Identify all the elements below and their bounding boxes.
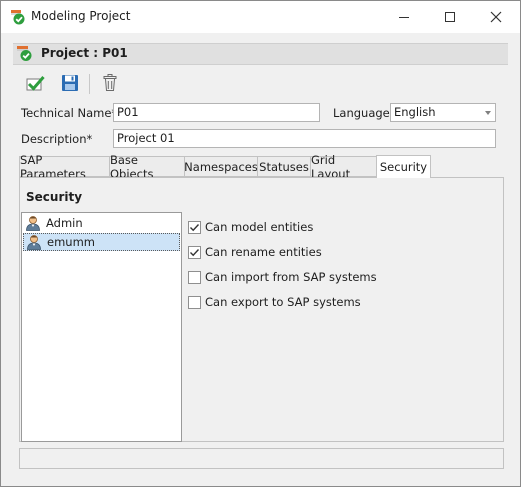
tab-security[interactable]: Security xyxy=(376,155,431,178)
user-name: emumm xyxy=(47,235,95,249)
permission-can-rename-entities[interactable]: Can rename entities xyxy=(188,243,322,261)
user-list[interactable]: Admin emumm xyxy=(21,212,182,442)
chevron-down-icon xyxy=(485,111,491,115)
security-panel: Security Admin emumm Can model entities … xyxy=(19,177,504,442)
permission-label: Can rename entities xyxy=(205,245,322,259)
maximize-button[interactable] xyxy=(427,1,473,33)
modeling-project-window: Modeling Project Project: P01 Technical… xyxy=(0,0,521,487)
checkmark-document-icon xyxy=(9,9,27,25)
close-icon xyxy=(490,11,502,23)
tab-statuses[interactable]: Statuses xyxy=(257,156,311,177)
tab-sap-parameters[interactable]: SAP Parameters xyxy=(19,153,110,181)
maximize-icon xyxy=(444,11,456,23)
tab-base-objects[interactable]: Base Objects xyxy=(109,153,185,181)
save-and-close-icon xyxy=(26,74,46,95)
toolbar-separator xyxy=(89,74,90,94)
close-button[interactable] xyxy=(473,1,519,33)
description-label: Description* xyxy=(21,132,93,146)
checkbox-checked[interactable] xyxy=(188,245,201,259)
permission-label: Can import from SAP systems xyxy=(205,270,377,284)
checkbox-checked[interactable] xyxy=(188,220,201,234)
checkmark-icon xyxy=(190,223,200,231)
dialog-content: Project : P01 Technical Name* P01 Langua… xyxy=(1,33,520,486)
description-input[interactable]: Project 01 xyxy=(113,129,496,148)
save-and-close-button[interactable] xyxy=(23,71,49,97)
language-select[interactable]: English xyxy=(390,103,496,122)
toolbar xyxy=(15,71,215,99)
save-icon xyxy=(61,74,79,95)
security-section-title: Security xyxy=(26,190,83,204)
delete-icon xyxy=(102,73,118,95)
save-button[interactable] xyxy=(57,71,83,97)
project-header: Project : P01 xyxy=(13,43,508,65)
tab-strip: SAP Parameters Base Objects Namespaces S… xyxy=(19,153,509,181)
title-bar[interactable]: Modeling Project xyxy=(1,1,520,33)
language-label: Language* xyxy=(333,106,396,120)
checkbox-unchecked[interactable] xyxy=(188,295,201,309)
user-name: Admin xyxy=(46,216,83,230)
checkbox-unchecked[interactable] xyxy=(188,270,201,284)
project-title: Project : P01 xyxy=(41,46,128,60)
user-icon xyxy=(26,234,42,250)
tab-namespaces[interactable]: Namespaces xyxy=(184,156,258,177)
user-icon xyxy=(25,215,41,231)
permission-can-import-from-sap[interactable]: Can import from SAP systems xyxy=(188,268,377,286)
language-value: English xyxy=(394,105,436,119)
list-item-user-emumm[interactable]: emumm xyxy=(23,233,180,251)
technical-name-input[interactable]: P01 xyxy=(113,103,320,122)
technical-name-label: Technical Name* xyxy=(21,106,118,120)
status-bar xyxy=(19,448,504,469)
list-item-user-admin[interactable]: Admin xyxy=(23,214,180,232)
minimize-icon xyxy=(398,11,410,23)
permission-label: Can export to SAP systems xyxy=(205,295,361,309)
checkmark-icon xyxy=(190,248,200,256)
permission-label: Can model entities xyxy=(205,220,314,234)
permission-can-model-entities[interactable]: Can model entities xyxy=(188,218,313,236)
tab-grid-layout[interactable]: Grid Layout xyxy=(310,153,377,181)
permission-can-export-to-sap[interactable]: Can export to SAP systems xyxy=(188,293,361,311)
delete-button[interactable] xyxy=(97,71,123,97)
window-title: Modeling Project xyxy=(31,9,131,23)
project-check-icon xyxy=(15,45,35,65)
minimize-button[interactable] xyxy=(381,1,427,33)
